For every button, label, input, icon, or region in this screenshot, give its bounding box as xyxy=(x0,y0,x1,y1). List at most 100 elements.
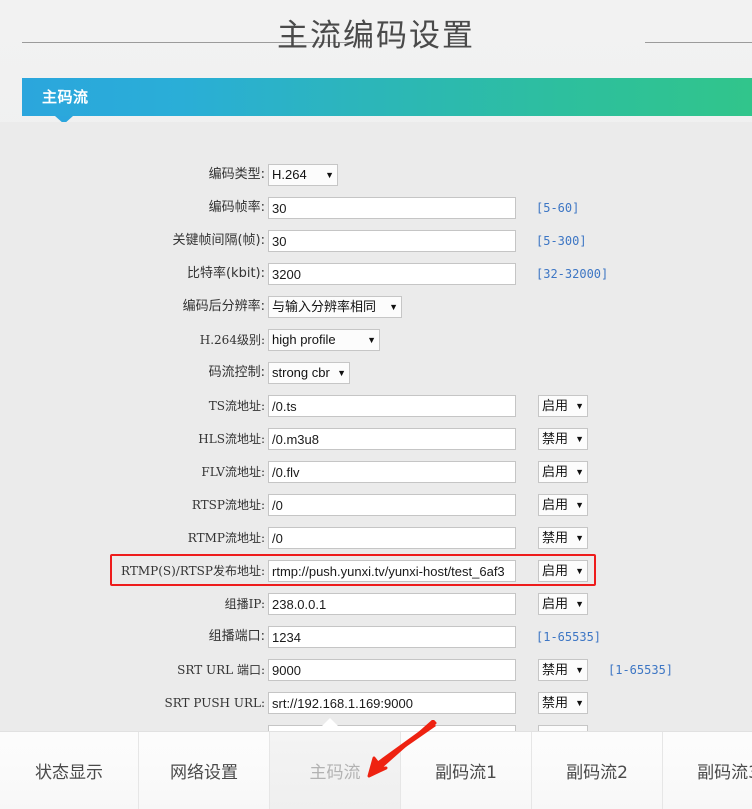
field-input[interactable] xyxy=(268,659,516,681)
field-input[interactable] xyxy=(268,395,516,417)
enable-select-value: 启用 xyxy=(542,464,569,479)
form-row: 关键帧间隔(帧): [5-300] xyxy=(0,230,752,252)
field-range-hint: [1-65535] xyxy=(536,630,602,644)
chevron-down-icon: ▼ xyxy=(575,532,584,543)
field-input[interactable] xyxy=(268,692,516,714)
field-select[interactable]: strong cbr ▼ xyxy=(268,362,350,384)
form-row: H.264级别: high profile ▼ xyxy=(0,329,752,351)
field-label: 比特率(kbit): xyxy=(186,266,265,281)
enable-select[interactable]: 禁用 ▼ xyxy=(538,527,588,549)
field-select-value: high profile xyxy=(272,332,336,347)
chevron-down-icon: ▼ xyxy=(575,697,584,708)
tab-item[interactable]: 副码流2 xyxy=(532,732,663,809)
bottom-tab-bar[interactable]: 状态显示网络设置主码流副码流1副码流2副码流3副 xyxy=(0,731,752,809)
settings-form: 编码类型: H.264 ▼ 编码帧率: [5-60] 关键帧间隔(帧): [5-300] 比特… xyxy=(0,122,752,732)
chevron-down-icon: ▼ xyxy=(337,367,346,378)
field-input[interactable] xyxy=(268,560,516,582)
enable-select-value: 启用 xyxy=(542,497,569,512)
enable-select[interactable]: 禁用 ▼ xyxy=(538,659,588,681)
form-row: HLS流地址: 禁用 ▼ xyxy=(0,428,752,450)
field-label: SRT PUSH URL: xyxy=(164,696,266,710)
field-label: 编码帧率: xyxy=(208,200,265,215)
enable-select[interactable]: 启用 ▼ xyxy=(538,461,588,483)
field-select-value: 与输入分辨率相同 xyxy=(272,299,377,314)
chevron-down-icon: ▼ xyxy=(575,664,584,675)
tab-item[interactable]: 副码流3 xyxy=(663,732,752,809)
form-row: 编码帧率: [5-60] xyxy=(0,197,752,219)
field-label: RTMP流地址: xyxy=(187,531,265,545)
enable-select[interactable]: 启用 ▼ xyxy=(538,593,588,615)
tab-item[interactable]: 状态显示 xyxy=(0,732,139,809)
tab-item[interactable]: 网络设置 xyxy=(139,732,270,809)
field-label: 关键帧间隔(帧): xyxy=(172,233,265,248)
form-row: 组播端口: [1-65535] xyxy=(0,626,752,648)
page-title-area: 主流编码设置 xyxy=(0,0,752,76)
form-row: SRT URL 端口: 禁用 ▼ [1-65535] xyxy=(0,659,752,681)
tab-item[interactable]: 副码流1 xyxy=(401,732,532,809)
enable-select-value: 启用 xyxy=(542,398,569,413)
field-input[interactable] xyxy=(268,461,516,483)
chevron-down-icon: ▼ xyxy=(325,169,334,180)
encoder-settings-page: 主流编码设置 主码流 编码类型: H.264 ▼ 编码帧率: [5-60] 关键帧间隔(帧… xyxy=(0,0,752,809)
field-input[interactable] xyxy=(268,593,516,615)
enable-select-value: 禁用 xyxy=(542,431,569,446)
field-select[interactable]: H.264 ▼ xyxy=(268,164,338,186)
field-select[interactable]: high profile ▼ xyxy=(268,329,380,351)
form-row: SRT PUSH URL: 禁用 ▼ xyxy=(0,692,752,714)
form-row: RTSP流地址: 启用 ▼ xyxy=(0,494,752,516)
bottom-caret-icon xyxy=(318,718,342,730)
field-input[interactable] xyxy=(268,428,516,450)
form-row: 组播IP: 启用 ▼ xyxy=(0,593,752,615)
field-range-hint: [5-60] xyxy=(536,201,580,215)
chevron-down-icon: ▼ xyxy=(367,334,376,345)
chevron-down-icon: ▼ xyxy=(575,565,584,576)
field-label: H.264级别: xyxy=(199,333,265,347)
chevron-down-icon: ▼ xyxy=(575,466,584,477)
field-label: 组播IP: xyxy=(224,597,265,611)
enable-select-value: 禁用 xyxy=(542,662,569,677)
stream-header-bar: 主码流 xyxy=(22,78,752,116)
field-select[interactable]: 与输入分辨率相同 ▼ xyxy=(268,296,402,318)
form-row: RTMP(S)/RTSP发布地址: 启用 ▼ xyxy=(0,560,752,582)
field-label: 码流控制: xyxy=(208,365,265,380)
field-input[interactable] xyxy=(268,626,516,648)
stream-header-label: 主码流 xyxy=(42,88,89,106)
enable-select[interactable]: 启用 ▼ xyxy=(538,395,588,417)
field-input[interactable] xyxy=(268,494,516,516)
field-range-hint: [5-300] xyxy=(536,234,587,248)
form-row: 编码后分辨率: 与输入分辨率相同 ▼ xyxy=(0,296,752,318)
tab-item[interactable]: 主码流 xyxy=(270,732,401,809)
enable-select-value: 禁用 xyxy=(542,695,569,710)
chevron-down-icon: ▼ xyxy=(575,400,584,411)
field-select-value: strong cbr xyxy=(272,365,330,380)
chevron-down-icon: ▼ xyxy=(575,499,584,510)
field-input[interactable] xyxy=(268,527,516,549)
field-input[interactable] xyxy=(268,230,516,252)
field-input[interactable] xyxy=(268,263,516,285)
form-row: FLV流地址: 启用 ▼ xyxy=(0,461,752,483)
chevron-down-icon: ▼ xyxy=(575,433,584,444)
field-range-hint: [32-32000] xyxy=(536,267,609,281)
field-label: SRT URL 端口: xyxy=(177,663,265,677)
form-row: 比特率(kbit): [32-32000] xyxy=(0,263,752,285)
enable-select[interactable]: 启用 ▼ xyxy=(538,494,588,516)
field-label: RTSP流地址: xyxy=(191,498,265,512)
enable-select[interactable]: 启用 ▼ xyxy=(538,560,588,582)
enable-select[interactable]: 禁用 ▼ xyxy=(538,428,588,450)
enable-select-value: 启用 xyxy=(542,563,569,578)
field-label: TS流地址: xyxy=(208,399,265,413)
form-row: 编码类型: H.264 ▼ xyxy=(0,164,752,186)
field-label: HLS流地址: xyxy=(198,432,265,446)
chevron-down-icon: ▼ xyxy=(575,598,584,609)
field-input[interactable] xyxy=(268,197,516,219)
form-row: RTMP流地址: 禁用 ▼ xyxy=(0,527,752,549)
field-label: RTMP(S)/RTSP发布地址: xyxy=(121,564,265,578)
field-range-hint: [1-65535] xyxy=(608,663,674,677)
form-row: 码流控制: strong cbr ▼ xyxy=(0,362,752,384)
field-select-value: H.264 xyxy=(272,167,307,182)
field-label: 编码类型: xyxy=(208,167,265,182)
page-title: 主流编码设置 xyxy=(277,18,475,54)
enable-select[interactable]: 禁用 ▼ xyxy=(538,692,588,714)
chevron-down-icon: ▼ xyxy=(389,301,398,312)
field-label: FLV流地址: xyxy=(201,465,265,479)
